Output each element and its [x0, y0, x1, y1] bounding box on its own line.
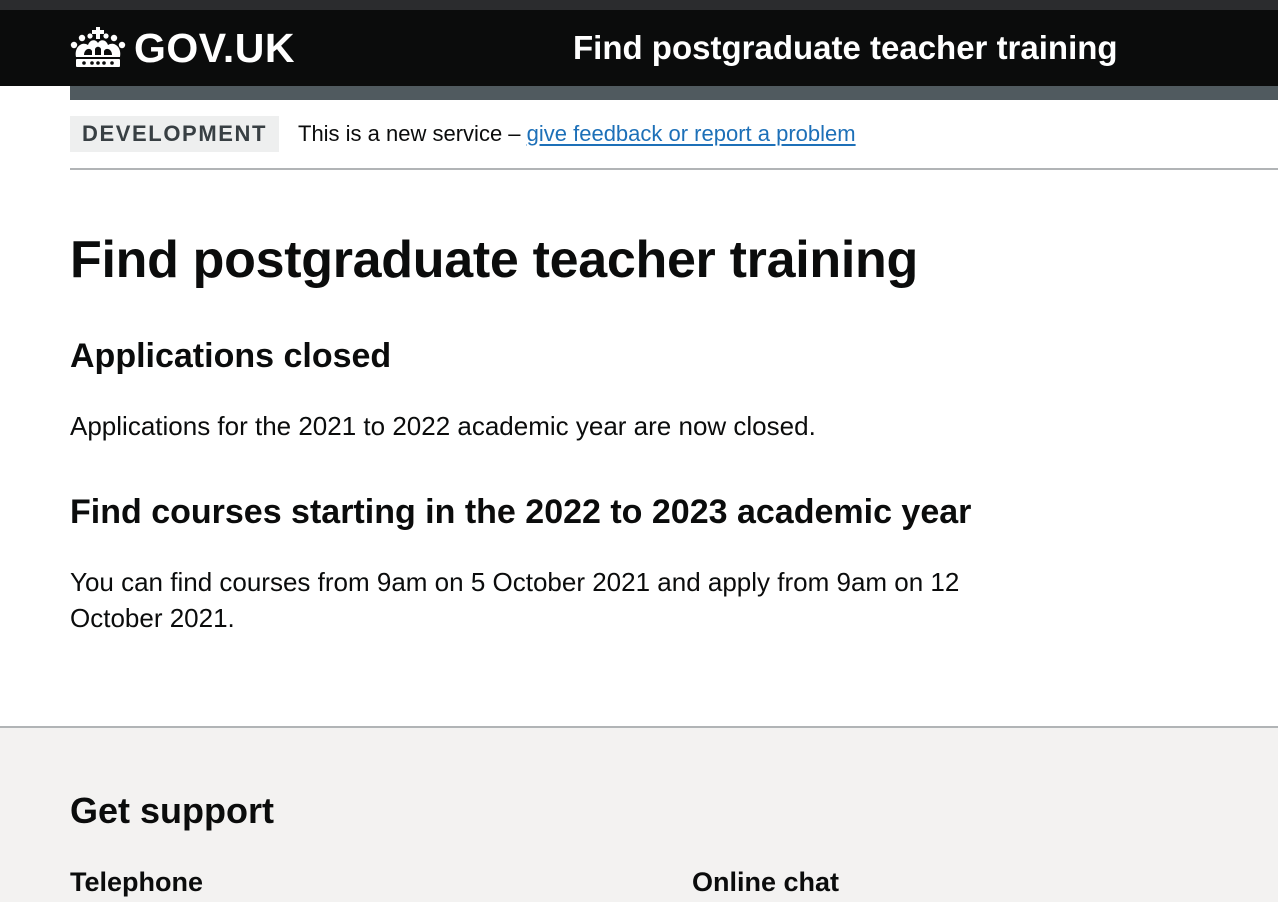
find-courses-heading: Find courses starting in the 2022 to 202…: [70, 493, 972, 531]
applications-closed-heading: Applications closed: [70, 337, 392, 375]
get-support-heading: Get support: [70, 790, 274, 831]
top-strip: [0, 0, 1278, 10]
phase-banner: DEVELOPMENT This is a new service – give…: [70, 100, 1278, 170]
service-name-link[interactable]: Find postgraduate teacher training: [573, 24, 1118, 72]
phase-tag: DEVELOPMENT: [70, 116, 280, 152]
phase-banner-text: This is a new service – give feedback or…: [298, 118, 856, 150]
site-header: GOV.UK Find postgraduate teacher trainin…: [0, 10, 1278, 86]
phase-banner-message: This is a new service –: [298, 121, 527, 146]
logo-text: GOV.UK: [134, 25, 295, 71]
site-footer: Get support Telephone Online chat: [0, 726, 1278, 902]
telephone-heading: Telephone: [70, 867, 204, 897]
crown-icon: [70, 27, 126, 67]
feedback-link[interactable]: give feedback or report a problem: [527, 121, 856, 146]
page-title: Find postgraduate teacher training: [70, 231, 918, 289]
header-rule: [70, 86, 1278, 100]
online-chat-heading: Online chat: [692, 867, 840, 897]
applications-closed-text: Applications for the 2021 to 2022 academ…: [70, 411, 816, 441]
find-courses-text: You can find courses from 9am on 5 Octob…: [70, 567, 960, 633]
govuk-logo-link[interactable]: GOV.UK: [70, 24, 295, 72]
